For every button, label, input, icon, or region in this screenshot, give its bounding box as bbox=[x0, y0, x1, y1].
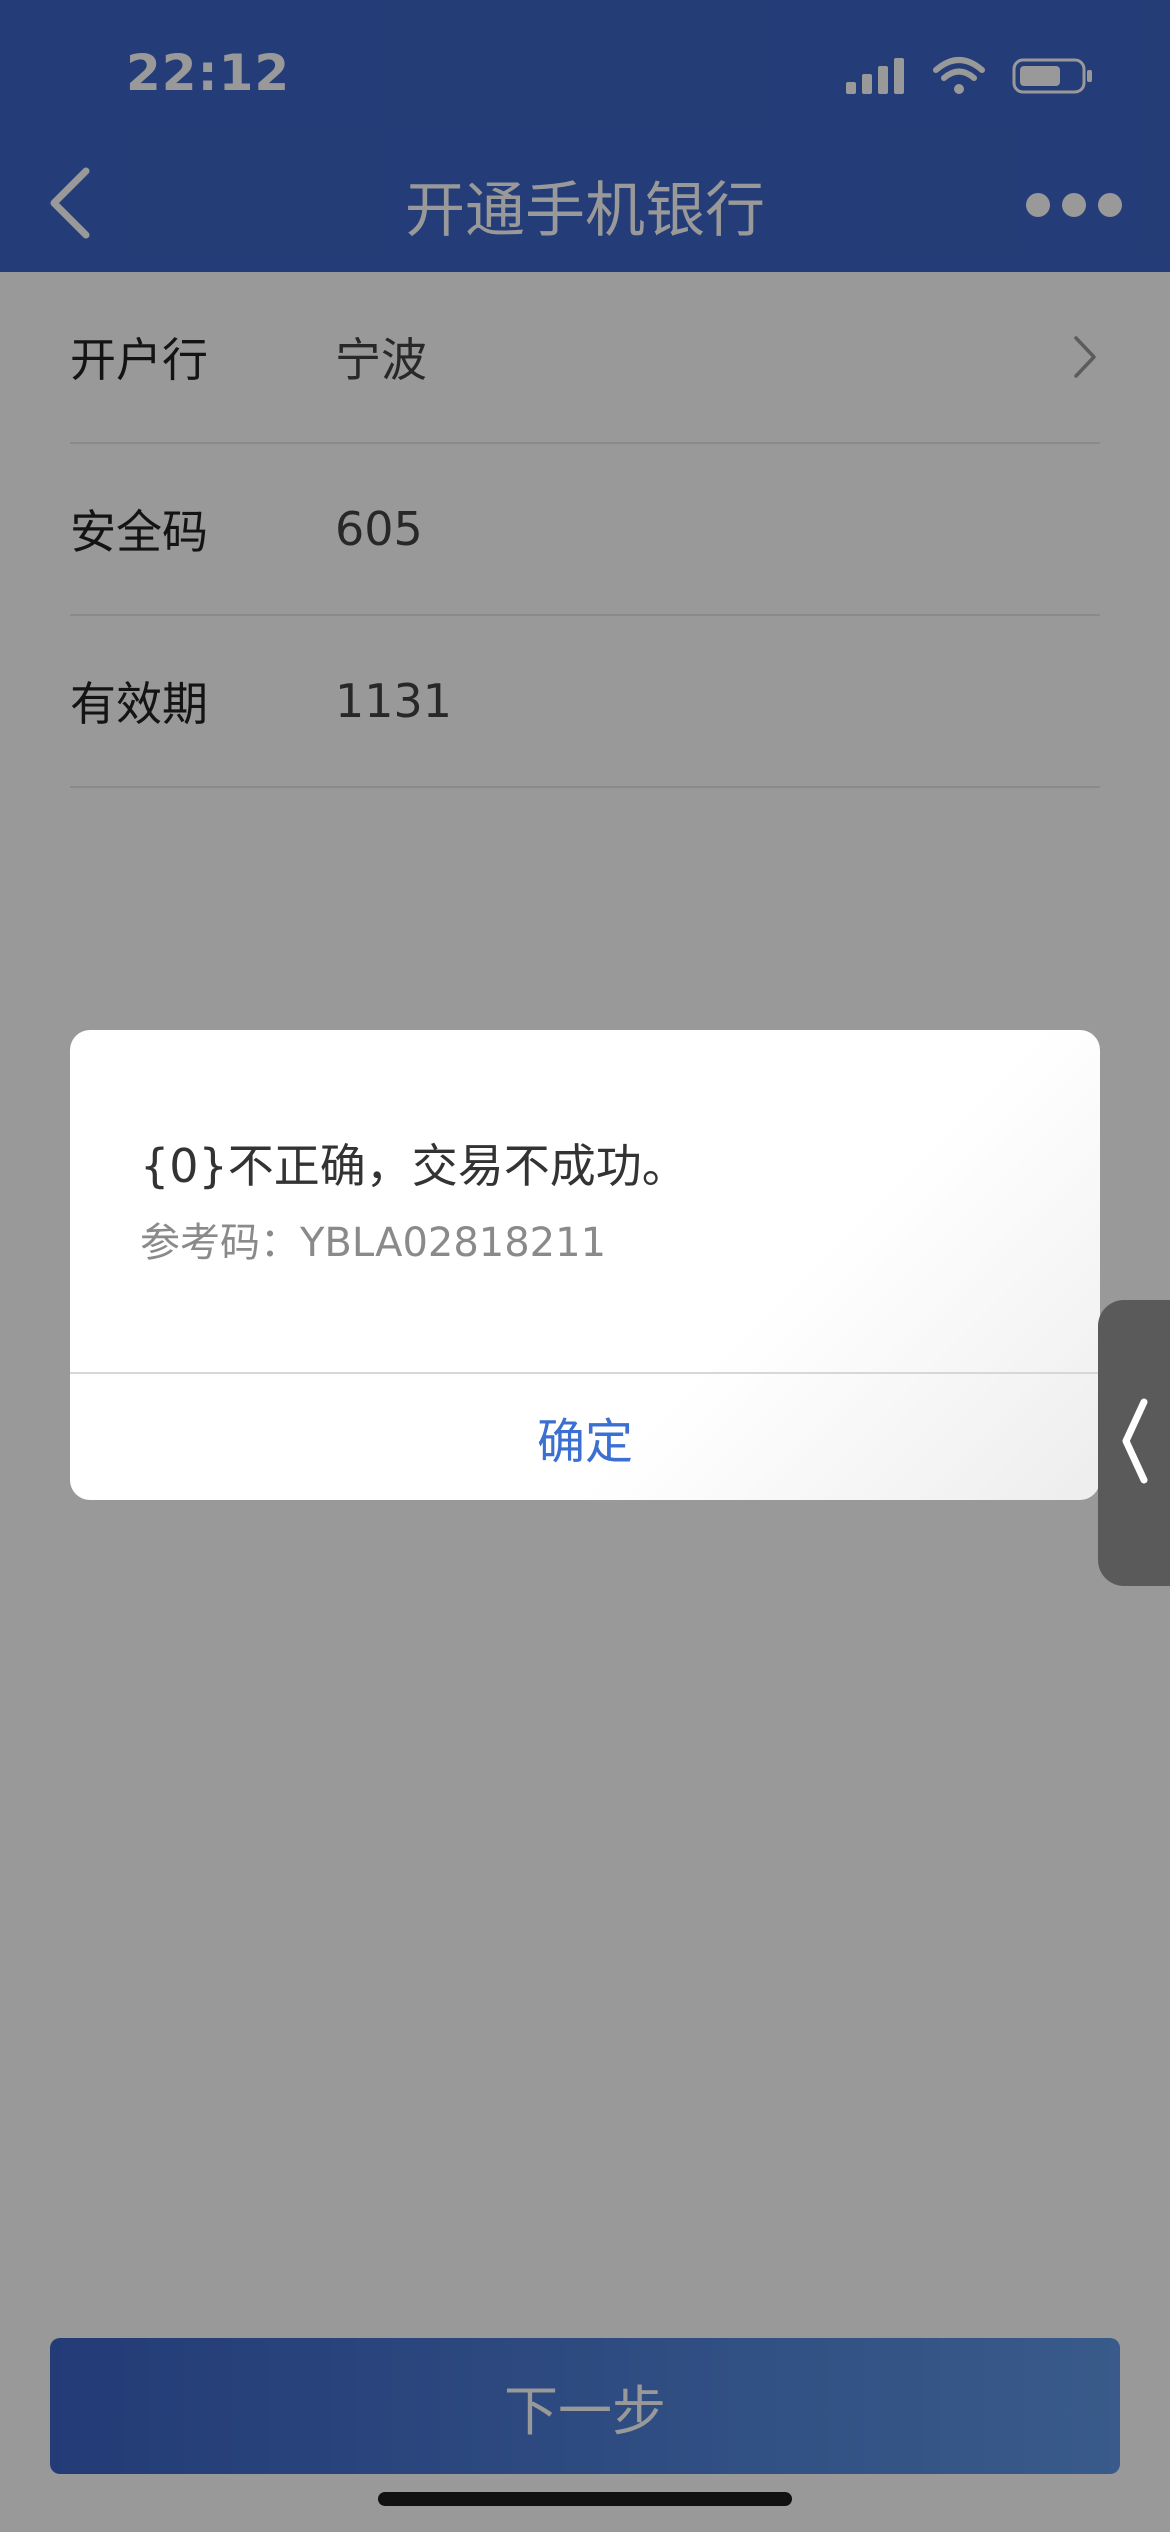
dialog-message: {0}不正确，交易不成功。 bbox=[140, 1139, 688, 1193]
alert-dialog: {0}不正确，交易不成功。 参考码：YBLA02818211 确定 bbox=[70, 1030, 1100, 1500]
dialog-reference-code: 参考码：YBLA02818211 bbox=[140, 1220, 607, 1266]
chevron-left-icon bbox=[1116, 1396, 1152, 1490]
side-tab[interactable] bbox=[1098, 1300, 1170, 1586]
confirm-button[interactable]: 确定 bbox=[70, 1374, 1100, 1500]
screen: 22:12 开通手机银行 开户行 宁波 安全码 605 有效期 1131 下一步… bbox=[0, 0, 1170, 2532]
home-indicator bbox=[378, 2492, 792, 2506]
